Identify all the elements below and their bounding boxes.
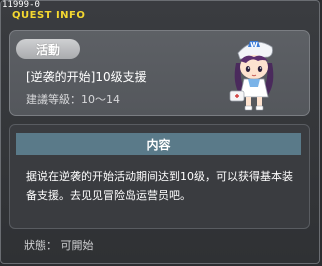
- npc-girl-portrait-icon: W: [229, 41, 274, 111]
- category-badge: 活動: [16, 39, 80, 59]
- svg-text:W: W: [250, 41, 258, 49]
- quest-id: 11999-0: [2, 0, 40, 10]
- level-requirement: 建議等級：10～14: [26, 93, 120, 106]
- content-text: 据说在逆袭的开始活动期间达到10级，可以获得基本装备支援。去见见冒险岛运营员吧。: [26, 170, 293, 202]
- content-header: 内容: [16, 133, 301, 155]
- quest-name: [逆袭的开始]10级支援: [26, 70, 147, 84]
- quest-status: 狀態： 可開始: [24, 239, 94, 252]
- window-title: QUEST INFO: [12, 10, 86, 21]
